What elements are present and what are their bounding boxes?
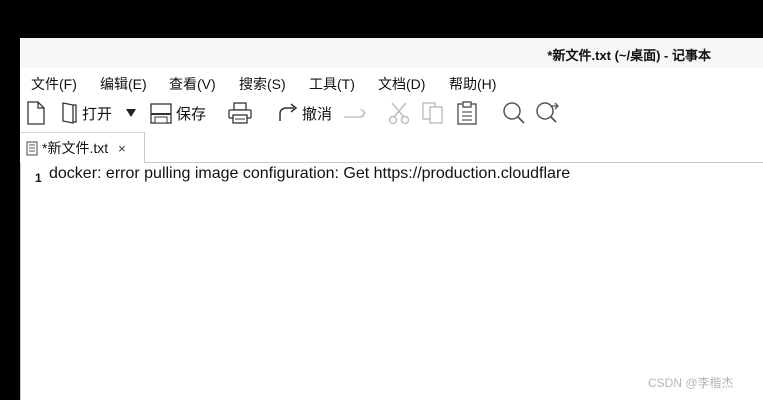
tab-new-file[interactable]: *新文件.txt × — [20, 132, 145, 163]
open-folder-icon — [62, 102, 77, 124]
print-icon — [228, 102, 252, 124]
find-button[interactable] — [502, 100, 526, 126]
window-title: *新文件.txt (~/桌面) - 记事本 — [547, 48, 711, 63]
toolbar: 打开 保存 撤消 — [20, 98, 763, 130]
search-icon — [503, 102, 525, 124]
menu-edit[interactable]: 编辑(E) — [100, 74, 147, 94]
line-number: 1 — [35, 171, 42, 185]
copy-icon — [422, 102, 443, 124]
menu-view[interactable]: 查看(V) — [169, 74, 216, 94]
cut-button[interactable] — [387, 100, 411, 126]
notepad-window: *新文件.txt (~/桌面) - 记事本 文件(F) 编辑(E) 查看(V) … — [20, 38, 763, 400]
save-button[interactable]: 保存 — [150, 100, 206, 126]
watermark: CSDN @李楷杰 — [648, 376, 734, 390]
copy-button[interactable] — [421, 100, 445, 126]
menu-document[interactable]: 文档(D) — [378, 74, 425, 94]
line-number-gutter: 1 — [21, 163, 47, 400]
paste-icon — [457, 101, 477, 125]
menu-search[interactable]: 搜索(S) — [239, 74, 286, 94]
new-document-icon — [27, 101, 45, 125]
title-bar[interactable]: *新文件.txt (~/桌面) - 记事本 — [20, 38, 763, 68]
close-icon[interactable]: × — [118, 141, 126, 156]
chevron-down-icon — [126, 109, 136, 117]
tab-bar: *新文件.txt × — [20, 132, 763, 163]
menu-help[interactable]: 帮助(H) — [449, 74, 496, 94]
redo-button[interactable] — [342, 100, 368, 126]
menu-bar: 文件(F) 编辑(E) 查看(V) 搜索(S) 工具(T) 文档(D) 帮助(H… — [20, 70, 763, 94]
save-label: 保存 — [176, 105, 207, 123]
find-replace-button[interactable] — [535, 100, 561, 126]
cut-icon — [388, 102, 410, 125]
new-document-button[interactable] — [26, 100, 46, 126]
save-icon — [150, 103, 172, 124]
undo-label: 撤消 — [302, 105, 333, 123]
undo-icon — [279, 103, 298, 121]
find-replace-icon — [536, 102, 559, 123]
open-button[interactable]: 打开 — [60, 100, 112, 126]
editor-line[interactable]: docker: error pulling image configuratio… — [49, 165, 570, 183]
text-editor[interactable]: 1 docker: error pulling image configurat… — [20, 163, 763, 400]
redo-icon — [344, 108, 367, 118]
paste-button[interactable] — [456, 100, 478, 126]
menu-file[interactable]: 文件(F) — [31, 74, 77, 94]
undo-button[interactable]: 撤消 — [276, 100, 332, 126]
tab-label: *新文件.txt — [42, 140, 109, 156]
text-file-icon — [26, 141, 38, 155]
menu-tools[interactable]: 工具(T) — [309, 74, 355, 94]
open-recent-dropdown[interactable] — [125, 100, 137, 126]
print-button[interactable] — [228, 100, 252, 126]
open-label: 打开 — [82, 105, 113, 123]
